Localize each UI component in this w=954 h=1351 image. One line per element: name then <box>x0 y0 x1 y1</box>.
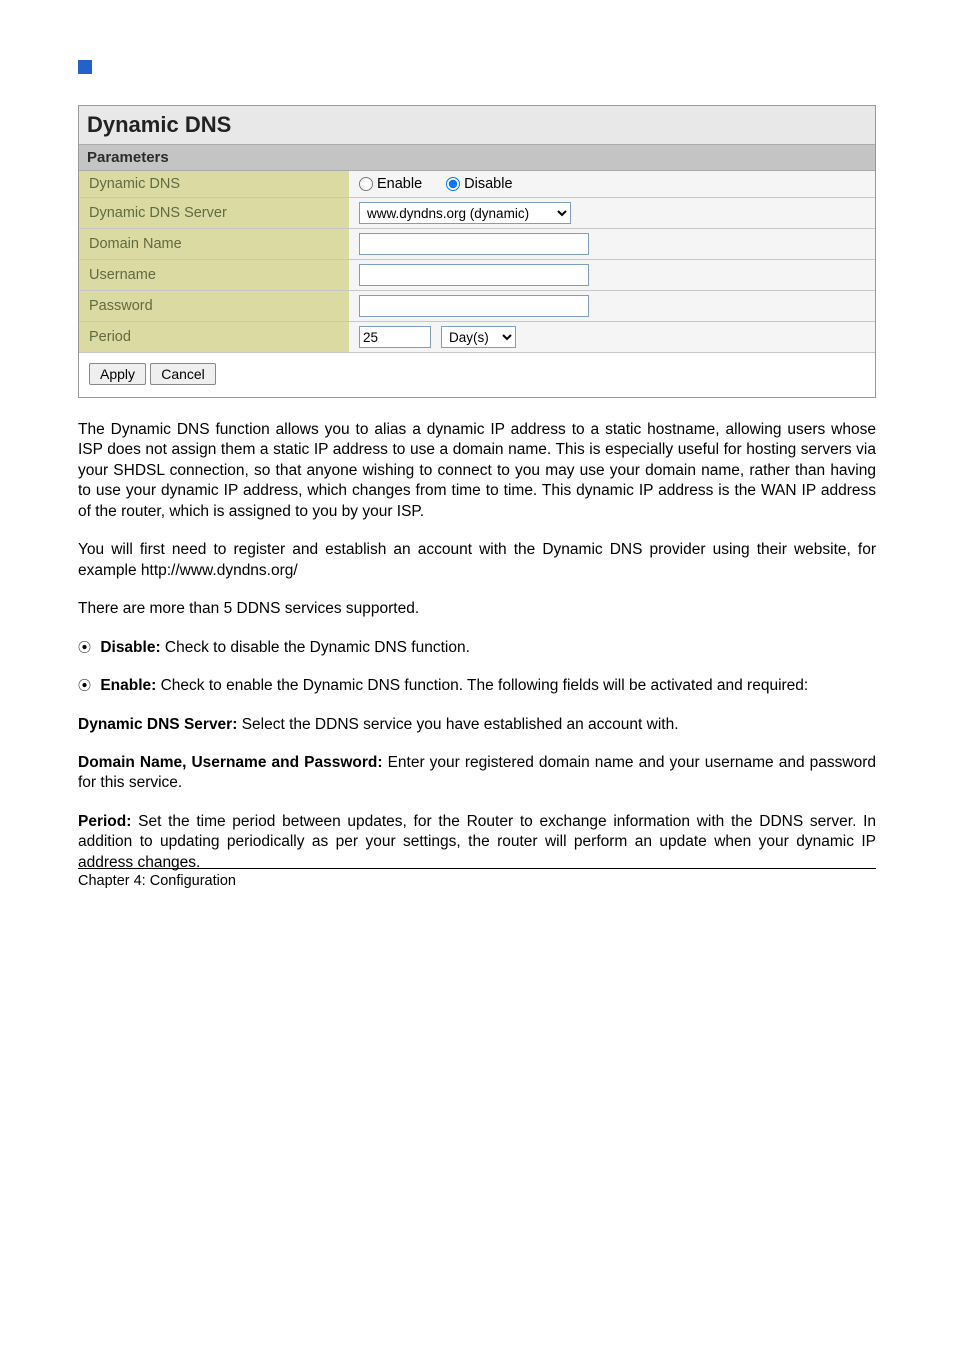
input-domain[interactable] <box>359 233 589 255</box>
label-dynamic-dns: Dynamic DNS <box>79 171 349 197</box>
cancel-button[interactable]: Cancel <box>150 363 216 385</box>
parameters-header: Parameters <box>79 145 875 171</box>
label-server: Dynamic DNS Server <box>79 198 349 228</box>
panel-title: Dynamic DNS <box>79 106 875 145</box>
label-server-desc: Dynamic DNS Server: <box>78 716 242 733</box>
page-footer: Chapter 4: Configuration <box>78 868 876 889</box>
row-username: Username <box>79 260 875 291</box>
label-username: Username <box>79 260 349 290</box>
label-enable: Enable: <box>100 677 160 694</box>
radio-enable-wrap[interactable]: Enable <box>359 176 422 192</box>
label-password: Password <box>79 291 349 321</box>
value-password <box>349 291 875 321</box>
radio-enable-label: Enable <box>377 176 422 192</box>
paragraph-supported: There are more than 5 DDNS services supp… <box>78 599 876 619</box>
section-marker <box>78 60 92 74</box>
value-username <box>349 260 875 290</box>
radio-disable[interactable] <box>446 177 460 191</box>
paragraph-server: Dynamic DNS Server: Select the DDNS serv… <box>78 715 876 735</box>
row-domain: Domain Name <box>79 229 875 260</box>
label-disable: Disable: <box>100 639 165 656</box>
text-server-desc: Select the DDNS service you have establi… <box>242 716 679 733</box>
value-domain <box>349 229 875 259</box>
radio-disable-label: Disable <box>464 176 512 192</box>
paragraph-register: You will first need to register and esta… <box>78 540 876 581</box>
row-dynamic-dns: Dynamic DNS Enable Disable <box>79 171 875 198</box>
row-period: Period Day(s) <box>79 322 875 353</box>
label-credentials: Domain Name, Username and Password: <box>78 754 388 771</box>
value-period: Day(s) <box>349 322 875 352</box>
paragraph-enable: ⦿ Enable: Check to enable the Dynamic DN… <box>78 676 876 696</box>
bullet-icon: ⦿ <box>78 639 96 656</box>
dynamic-dns-panel: Dynamic DNS Parameters Dynamic DNS Enabl… <box>78 105 876 398</box>
text-period-desc: Set the time period between updates, for… <box>78 813 876 871</box>
radio-enable[interactable] <box>359 177 373 191</box>
row-password: Password <box>79 291 875 322</box>
label-period-desc: Period: <box>78 813 138 830</box>
row-server: Dynamic DNS Server www.dyndns.org (dynam… <box>79 198 875 229</box>
bullet-icon: ⦿ <box>78 677 96 694</box>
paragraph-intro: The Dynamic DNS function allows you to a… <box>78 420 876 522</box>
input-password[interactable] <box>359 295 589 317</box>
value-dynamic-dns: Enable Disable <box>349 171 875 197</box>
paragraph-disable: ⦿ Disable: Check to disable the Dynamic … <box>78 638 876 658</box>
text-enable: Check to enable the Dynamic DNS function… <box>161 677 809 694</box>
input-username[interactable] <box>359 264 589 286</box>
radio-disable-wrap[interactable]: Disable <box>446 176 512 192</box>
paragraph-period: Period: Set the time period between upda… <box>78 812 876 873</box>
label-domain: Domain Name <box>79 229 349 259</box>
label-period: Period <box>79 322 349 352</box>
text-disable: Check to disable the Dynamic DNS functio… <box>165 639 470 656</box>
select-server[interactable]: www.dyndns.org (dynamic) <box>359 202 571 224</box>
button-row: Apply Cancel <box>79 353 875 397</box>
paragraph-credentials: Domain Name, Username and Password: Ente… <box>78 753 876 794</box>
value-server: www.dyndns.org (dynamic) <box>349 198 875 228</box>
input-period[interactable] <box>359 326 431 348</box>
apply-button[interactable]: Apply <box>89 363 146 385</box>
select-period-unit[interactable]: Day(s) <box>441 326 516 348</box>
